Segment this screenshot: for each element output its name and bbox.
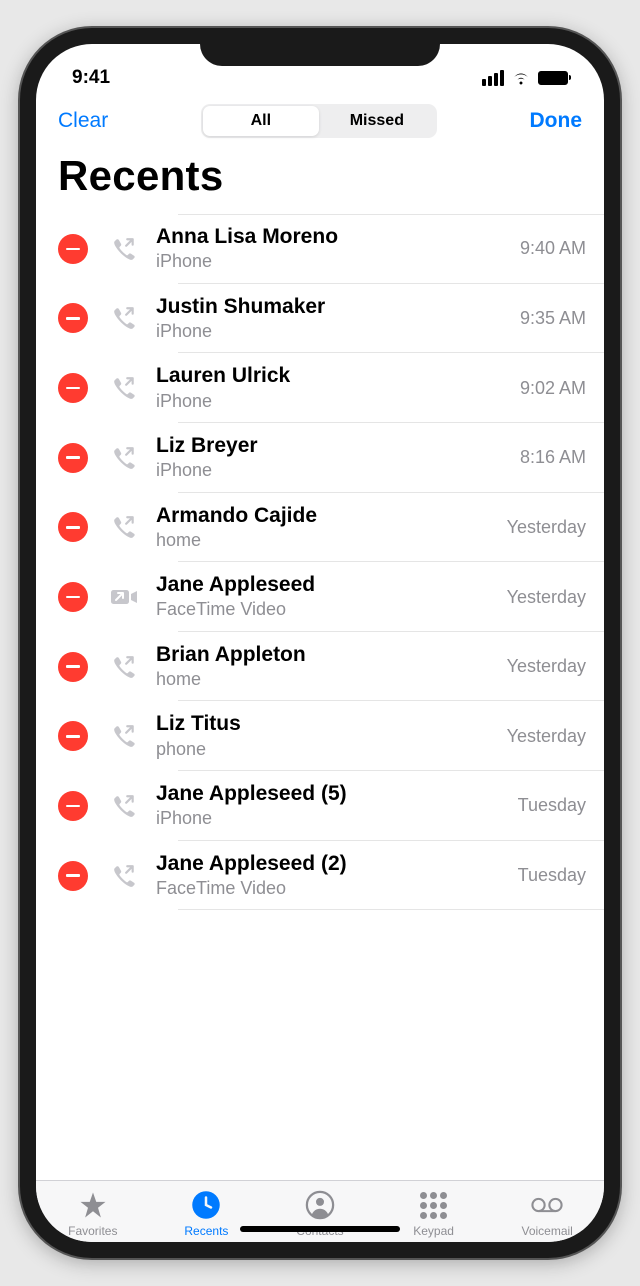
call-subtitle: iPhone <box>156 459 510 482</box>
status-time: 9:41 <box>72 67 110 89</box>
call-name: Justin Shumaker <box>156 294 510 320</box>
call-subtitle: home <box>156 668 497 691</box>
outgoing-call-icon <box>110 374 138 402</box>
battery-icon <box>538 71 568 85</box>
tab-label: Keypad <box>413 1224 454 1238</box>
call-info: Jane Appleseed (5)iPhone <box>156 781 508 831</box>
segmented-control: All Missed <box>201 104 437 138</box>
call-time: 9:35 AM <box>520 308 586 329</box>
home-indicator[interactable] <box>240 1226 400 1232</box>
segment-missed[interactable]: Missed <box>319 106 435 136</box>
voicemail-icon <box>531 1189 563 1221</box>
call-row[interactable]: Armando Cajidehome Yesterday <box>36 493 604 563</box>
outgoing-call-icon <box>110 513 138 541</box>
call-row[interactable]: Brian Appletonhome Yesterday <box>36 632 604 702</box>
call-name: Armando Cajide <box>156 503 497 529</box>
delete-button[interactable] <box>58 861 88 891</box>
call-subtitle: home <box>156 529 497 552</box>
segment-all[interactable]: All <box>203 106 319 136</box>
call-name: Jane Appleseed (5) <box>156 781 508 807</box>
call-info: Brian Appletonhome <box>156 642 497 692</box>
call-subtitle: iPhone <box>156 807 508 830</box>
call-info: Anna Lisa MorenoiPhone <box>156 224 510 274</box>
call-info: Lauren UlrickiPhone <box>156 363 510 413</box>
wifi-icon <box>511 71 531 86</box>
delete-button[interactable] <box>58 721 88 751</box>
call-row[interactable]: Liz Titusphone Yesterday <box>36 701 604 771</box>
call-name: Jane Appleseed <box>156 572 497 598</box>
call-time: Yesterday <box>507 587 586 608</box>
call-subtitle: phone <box>156 738 497 761</box>
call-name: Liz Breyer <box>156 433 510 459</box>
call-subtitle: iPhone <box>156 320 510 343</box>
outgoing-call-icon <box>110 722 138 750</box>
contact-icon <box>304 1189 336 1221</box>
call-info: Liz BreyeriPhone <box>156 433 510 483</box>
call-time: Yesterday <box>507 726 586 747</box>
call-time: Tuesday <box>518 795 586 816</box>
call-row[interactable]: Jane Appleseed (5)iPhone Tuesday <box>36 771 604 841</box>
call-row[interactable]: Liz BreyeriPhone 8:16 AM <box>36 423 604 493</box>
call-info: Armando Cajidehome <box>156 503 497 553</box>
clear-button[interactable]: Clear <box>58 109 108 133</box>
outgoing-video-icon <box>110 583 138 611</box>
keypad-icon <box>418 1189 450 1221</box>
call-row[interactable]: Jane AppleseedFaceTime Video Yesterday <box>36 562 604 632</box>
call-info: Jane AppleseedFaceTime Video <box>156 572 497 622</box>
delete-button[interactable] <box>58 303 88 333</box>
call-name: Brian Appleton <box>156 642 497 668</box>
call-time: Tuesday <box>518 865 586 886</box>
delete-button[interactable] <box>58 582 88 612</box>
tab-bar: Favorites Recents Contacts Keypad <box>36 1180 604 1242</box>
call-subtitle: iPhone <box>156 390 510 413</box>
call-info: Liz Titusphone <box>156 711 497 761</box>
call-subtitle: iPhone <box>156 250 510 273</box>
outgoing-call-icon <box>110 444 138 472</box>
delete-button[interactable] <box>58 234 88 264</box>
outgoing-call-icon <box>110 235 138 263</box>
delete-button[interactable] <box>58 512 88 542</box>
call-row[interactable]: Jane Appleseed (2)FaceTime Video Tuesday <box>36 841 604 911</box>
call-info: Jane Appleseed (2)FaceTime Video <box>156 851 508 901</box>
nav-bar: Clear All Missed Done <box>36 94 604 146</box>
delete-button[interactable] <box>58 443 88 473</box>
call-time: 9:02 AM <box>520 378 586 399</box>
tab-label: Favorites <box>68 1224 117 1238</box>
outgoing-call-icon <box>110 304 138 332</box>
star-icon <box>77 1189 109 1221</box>
delete-button[interactable] <box>58 373 88 403</box>
tab-voicemail[interactable]: Voicemail <box>490 1189 604 1238</box>
delete-button[interactable] <box>58 791 88 821</box>
call-name: Lauren Ulrick <box>156 363 510 389</box>
device-notch <box>200 28 440 66</box>
screen: 9:41 Clear All Missed Done Recents Anna … <box>36 44 604 1242</box>
call-time: Yesterday <box>507 517 586 538</box>
tab-label: Voicemail <box>521 1224 572 1238</box>
recents-list[interactable]: Anna Lisa MorenoiPhone9:40 AMJustin Shum… <box>36 214 604 1180</box>
call-subtitle: FaceTime Video <box>156 877 508 900</box>
outgoing-call-icon <box>110 653 138 681</box>
call-row[interactable]: Anna Lisa MorenoiPhone 9:40 AM <box>36 214 604 284</box>
device-frame: 9:41 Clear All Missed Done Recents Anna … <box>20 28 620 1258</box>
call-time: 9:40 AM <box>520 238 586 259</box>
call-info: Justin ShumakeriPhone <box>156 294 510 344</box>
call-time: 8:16 AM <box>520 447 586 468</box>
clock-icon <box>190 1189 222 1221</box>
outgoing-call-icon <box>110 862 138 890</box>
call-subtitle: FaceTime Video <box>156 598 497 621</box>
tab-favorites[interactable]: Favorites <box>36 1189 150 1238</box>
call-name: Jane Appleseed (2) <box>156 851 508 877</box>
done-button[interactable]: Done <box>530 109 583 133</box>
call-name: Anna Lisa Moreno <box>156 224 510 250</box>
delete-button[interactable] <box>58 652 88 682</box>
page-title: Recents <box>36 146 604 214</box>
call-time: Yesterday <box>507 656 586 677</box>
cellular-signal-icon <box>482 70 504 86</box>
call-row[interactable]: Lauren UlrickiPhone 9:02 AM <box>36 353 604 423</box>
call-row[interactable]: Justin ShumakeriPhone 9:35 AM <box>36 284 604 354</box>
call-name: Liz Titus <box>156 711 497 737</box>
outgoing-call-icon <box>110 792 138 820</box>
tab-label: Recents <box>184 1224 228 1238</box>
